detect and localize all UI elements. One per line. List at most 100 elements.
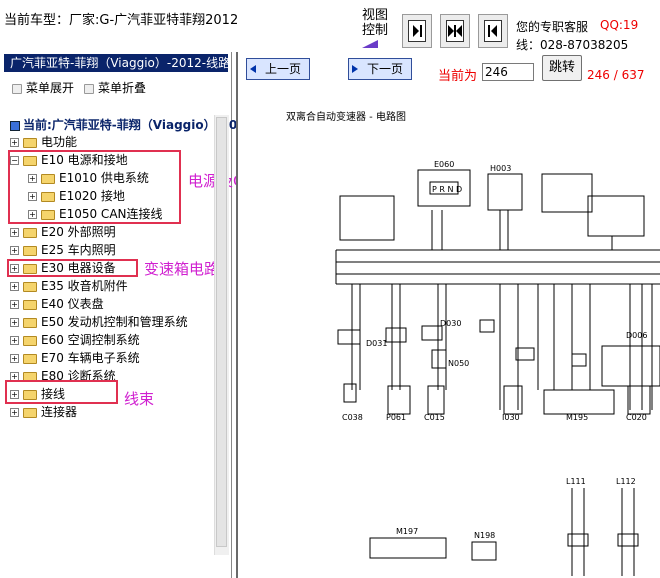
service-phone: 线：028-87038205 <box>516 38 629 52</box>
view-control-indicator <box>362 40 378 48</box>
label-c015: C015 <box>424 413 445 422</box>
expand-icon[interactable]: + <box>10 372 19 380</box>
page-number-input[interactable] <box>482 63 534 81</box>
expand-icon[interactable]: + <box>10 246 19 255</box>
folder-icon <box>23 227 37 238</box>
tree-item-label: E70 车辆电子系统 <box>41 351 140 365</box>
tree-item[interactable]: + E35 收音机附件 <box>10 278 128 294</box>
collapse-all-button[interactable]: 菜单折叠 <box>84 79 146 96</box>
left-panel: 广汽菲亚特-菲翔（Viaggio）-2012-线路图 菜单展开 菜单折叠 当前:… <box>0 52 295 578</box>
expand-icon[interactable]: + <box>10 300 19 309</box>
label-prnd: P R N D <box>432 185 462 194</box>
tree-item[interactable]: + E25 车内照明 <box>10 242 116 258</box>
folder-icon <box>23 353 37 364</box>
page-total: 246 / 637 <box>587 68 645 82</box>
tree-item[interactable]: + 电功能 <box>10 134 77 150</box>
folder-icon <box>84 83 94 94</box>
tree-item-label: E25 车内照明 <box>41 243 116 257</box>
tree-item-label: E35 收音机附件 <box>41 279 128 293</box>
label-l112: L112 <box>616 477 636 486</box>
folder-icon <box>23 335 37 346</box>
tree-item[interactable]: + 连接器 <box>10 404 77 420</box>
left-scrollbar[interactable] <box>214 115 229 555</box>
current-page-label: 当前为 <box>438 69 478 84</box>
label-p061: P061 <box>386 413 406 422</box>
arrow-left-icon <box>250 65 256 73</box>
highlight-box-harness <box>5 380 118 404</box>
label-i030: I030 <box>502 413 520 422</box>
current-path-text: 当前:广汽菲亚特-菲翔（Viaggio）-20 <box>23 118 238 132</box>
scrollbar-thumb[interactable] <box>216 117 227 547</box>
tree-item-label: E60 空调控制系统 <box>41 333 140 347</box>
header: 当前车型：厂家:G-广汽菲亚特菲翔2012 视图控制 您的专职客服 QQ:19 … <box>0 0 660 52</box>
tree-item-label: 连接器 <box>41 405 78 419</box>
expand-all-label: 菜单展开 <box>26 81 75 95</box>
tree-item-label: E40 仪表盘 <box>41 297 104 311</box>
expand-icon[interactable]: + <box>10 282 19 291</box>
folder-icon <box>23 245 37 256</box>
expand-all-button[interactable]: 菜单展开 <box>12 79 74 96</box>
label-e060: E060 <box>434 160 454 169</box>
tree-item[interactable]: + E20 外部照明 <box>10 224 116 240</box>
circuit-diagram: 双离合自动变速器 - 电路图 E060 H003 P R N D D031 D0… <box>242 90 660 576</box>
service-label: 您的专职客服 <box>516 20 589 34</box>
label-d031: D031 <box>366 339 387 348</box>
view-last-button[interactable] <box>478 14 508 48</box>
annotation-gearbox: 变速箱电路 <box>144 260 220 278</box>
expand-icon[interactable]: + <box>10 408 19 417</box>
arrow-left-bar-icon <box>484 20 502 42</box>
folder-icon <box>12 83 22 94</box>
label-c020: C020 <box>626 413 647 422</box>
tree-item-label: 电功能 <box>41 135 78 149</box>
tree-item[interactable]: + E80 诊断系统 <box>10 368 116 380</box>
view-control-label: 视图控制 <box>361 8 388 38</box>
tree-item[interactable]: + E60 空调控制系统 <box>10 332 140 348</box>
expand-icon[interactable]: + <box>10 318 19 327</box>
label-m197: M197 <box>396 527 418 536</box>
jump-button[interactable]: 跳转 <box>542 55 582 81</box>
folder-icon <box>23 281 37 292</box>
annotation-harness: 线束 <box>124 390 155 408</box>
label-d030: D030 <box>440 319 461 328</box>
expand-icon[interactable]: + <box>10 138 19 147</box>
label-l111: L111 <box>566 477 586 486</box>
highlight-box-gearbox <box>7 259 138 277</box>
arrow-right-bar-icon <box>408 20 426 42</box>
label-m195: M195 <box>566 413 588 422</box>
label-h003: H003 <box>490 164 511 173</box>
label-c038: C038 <box>342 413 363 422</box>
qq-label[interactable]: QQ:19 <box>600 18 638 32</box>
label-n050: N050 <box>448 359 469 368</box>
tree-item[interactable]: + E40 仪表盘 <box>10 296 104 312</box>
tree-item-label: E50 发动机控制和管理系统 <box>41 315 188 329</box>
current-path: 当前:广汽菲亚特-菲翔（Viaggio）-20 <box>10 116 237 133</box>
view-first-button[interactable] <box>402 14 432 48</box>
panel-title: 广汽菲亚特-菲翔（Viaggio）-2012-线路图 <box>4 54 228 72</box>
folder-icon <box>23 407 37 418</box>
expand-icon[interactable]: + <box>10 336 19 345</box>
expand-icon[interactable]: + <box>10 228 19 237</box>
folder-icon <box>23 371 37 380</box>
next-page-button[interactable]: 下一页 <box>348 58 412 80</box>
vehicle-model-label: 当前车型：厂家:G-广汽菲亚特菲翔2012 <box>4 13 239 28</box>
folder-icon <box>23 317 37 328</box>
highlight-box-power <box>8 150 181 224</box>
arrow-right-icon <box>352 65 358 73</box>
expand-icon[interactable]: + <box>10 354 19 363</box>
computer-icon <box>10 120 20 131</box>
page-toolbar: 上一页 下一页 当前为 跳转 246 / 637 <box>238 52 660 90</box>
view-fit-button[interactable] <box>440 14 470 48</box>
diagram-panel: 上一页 下一页 当前为 跳转 246 / 637 双离合自动变速器 - 电路图 <box>236 52 660 578</box>
tree-item-label: E20 外部照明 <box>41 225 116 239</box>
collapse-all-label: 菜单折叠 <box>98 81 147 95</box>
label-n198: N198 <box>474 531 495 540</box>
folder-icon <box>23 299 37 310</box>
circuit-diagram-svg: E060 H003 P R N D D031 D030 N050 D006 C0… <box>335 160 660 576</box>
prev-page-button[interactable]: 上一页 <box>246 58 310 80</box>
arrows-in-icon <box>446 20 464 42</box>
tree-item-label: E80 诊断系统 <box>41 369 116 380</box>
prev-page-label: 上一页 <box>264 62 301 76</box>
folder-icon <box>23 137 37 148</box>
tree-item[interactable]: + E50 发动机控制和管理系统 <box>10 314 188 330</box>
tree-item[interactable]: + E70 车辆电子系统 <box>10 350 140 366</box>
